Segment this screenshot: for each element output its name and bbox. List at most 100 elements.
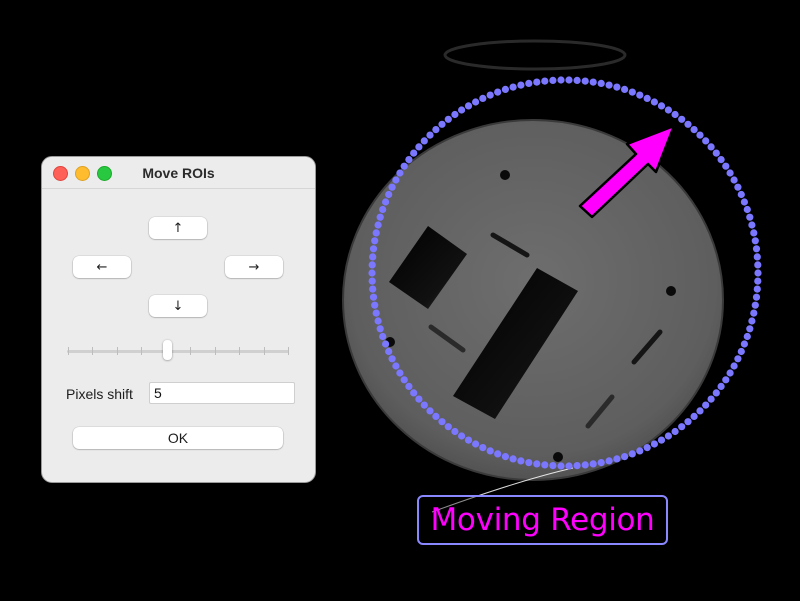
- roi-point: [533, 78, 541, 86]
- roi-point: [410, 149, 418, 157]
- roi-point: [368, 269, 376, 277]
- roi-point: [432, 412, 440, 420]
- roi-point: [748, 221, 756, 229]
- roi-point: [748, 317, 756, 325]
- roi-point: [388, 355, 396, 363]
- roi-point: [696, 131, 704, 139]
- roi-point: [415, 395, 423, 403]
- roi-point: [707, 395, 715, 403]
- roi-point: [400, 162, 408, 170]
- roi-point: [525, 79, 533, 87]
- roi-point: [754, 261, 762, 269]
- roi-point: [426, 407, 434, 415]
- roi-point: [509, 83, 517, 91]
- roi-point: [717, 382, 725, 390]
- roi-point: [400, 376, 408, 384]
- roi-point: [517, 81, 525, 89]
- roi-point: [581, 461, 589, 469]
- roi-point: [374, 221, 382, 229]
- roi-point: [657, 102, 666, 110]
- roi-point: [501, 453, 509, 461]
- roi-point: [385, 190, 393, 199]
- roi-point: [751, 237, 759, 245]
- roi-point: [525, 459, 533, 467]
- roi-point: [752, 245, 761, 253]
- hole-marker: [553, 452, 563, 462]
- roi-point: [734, 183, 742, 191]
- pixels-shift-input[interactable]: [149, 382, 295, 404]
- roi-point: [597, 459, 605, 467]
- roi-point: [621, 85, 629, 93]
- slider-tick: [288, 347, 289, 355]
- hole-marker: [666, 286, 676, 296]
- roi-point: [678, 115, 686, 123]
- roi-point: [573, 76, 581, 84]
- roi-point: [671, 427, 679, 436]
- move-left-button[interactable]: ←: [73, 256, 131, 278]
- roi-point: [740, 198, 749, 206]
- roi-point: [451, 427, 459, 436]
- roi-point: [438, 120, 446, 128]
- roi-point: [684, 418, 692, 426]
- roi-point: [388, 183, 396, 191]
- roi-point: [581, 77, 589, 85]
- roi-point: [410, 389, 418, 397]
- roi-point: [557, 76, 565, 84]
- roi-point: [479, 444, 487, 452]
- move-right-button[interactable]: →: [225, 256, 283, 278]
- roi-point: [382, 198, 390, 206]
- roi-point: [368, 277, 376, 285]
- ok-button[interactable]: OK: [73, 427, 283, 449]
- roi-point: [664, 432, 673, 440]
- roi-point: [671, 110, 679, 119]
- roi-point: [740, 340, 749, 348]
- roi-point: [420, 137, 428, 145]
- roi-point: [405, 382, 413, 390]
- roi-point: [392, 362, 400, 370]
- roi-point: [750, 229, 758, 237]
- slider-tick: [68, 347, 69, 355]
- slider-tick: [263, 347, 265, 355]
- roi-point: [712, 149, 720, 157]
- roi-point: [396, 169, 404, 177]
- roi-point: [369, 293, 378, 301]
- roi-point: [517, 457, 525, 465]
- slider-track: [67, 350, 289, 353]
- title-bar[interactable]: Move ROIs: [42, 157, 315, 189]
- moving-region-label: Moving Region: [417, 495, 668, 545]
- roi-point: [589, 78, 597, 86]
- shift-slider[interactable]: [67, 337, 289, 363]
- roi-point: [746, 213, 754, 221]
- roi-point: [712, 389, 720, 397]
- roi-point: [707, 143, 715, 151]
- roi-point: [690, 412, 698, 420]
- roi-point: [678, 423, 686, 431]
- roi-point: [369, 285, 377, 293]
- roi-point: [734, 355, 742, 363]
- roi-point: [444, 423, 452, 431]
- move-up-button[interactable]: ↑: [149, 217, 207, 239]
- roi-point: [605, 457, 613, 465]
- roi-point: [458, 432, 466, 440]
- roi-point: [657, 436, 666, 444]
- roi-point: [621, 453, 629, 461]
- roi-point: [541, 77, 549, 85]
- roi-point: [730, 362, 738, 370]
- roi-point: [369, 245, 378, 253]
- pixels-shift-label: Pixels shift: [66, 386, 133, 402]
- roi-point: [396, 369, 404, 377]
- roi-point: [754, 269, 762, 277]
- roi-point: [479, 94, 487, 102]
- move-down-button[interactable]: ↓: [149, 295, 207, 317]
- roi-point: [750, 309, 758, 317]
- roi-point: [613, 455, 621, 463]
- roi-point: [565, 462, 573, 470]
- roi-point: [743, 205, 751, 214]
- roi-point: [636, 91, 644, 99]
- roi-point: [458, 106, 466, 114]
- roi-point: [746, 325, 754, 333]
- roi-point: [643, 444, 651, 452]
- slider-thumb[interactable]: [162, 340, 172, 360]
- roi-point: [368, 261, 376, 269]
- roi-point: [438, 418, 446, 426]
